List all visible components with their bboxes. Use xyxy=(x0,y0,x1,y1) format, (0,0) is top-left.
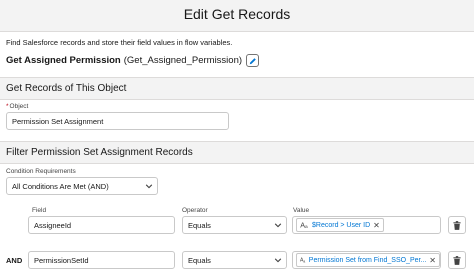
condition-connector-and: AND xyxy=(6,256,23,265)
condition-operator-value: Equals xyxy=(188,255,211,265)
object-input-value: Permission Set Assignment xyxy=(12,116,104,126)
element-api-name: (Get_Assigned_Permission) xyxy=(123,55,243,66)
svg-text:a: a xyxy=(303,259,305,263)
chevron-down-icon xyxy=(274,258,282,263)
condition-requirements-value: All Conditions Are Met (AND) xyxy=(12,181,109,191)
condition-value-input[interactable]: A a $Record > User ID ✕ xyxy=(292,216,441,234)
field-column-label: Field xyxy=(32,207,47,214)
operator-column-label: Operator xyxy=(182,207,208,214)
section-filter-title: Filter Permission Set Assignment Records xyxy=(6,147,193,158)
resource-pill-label: $Record > User ID xyxy=(312,221,371,229)
section-object-header: Get Records of This Object xyxy=(0,77,474,100)
object-input[interactable]: Permission Set Assignment xyxy=(6,112,229,130)
trash-icon xyxy=(453,220,461,230)
text-resource-icon: A a xyxy=(300,221,308,229)
condition-field-input[interactable]: AssigneeId xyxy=(28,216,175,234)
section-filter-header: Filter Permission Set Assignment Records xyxy=(0,141,474,164)
element-description: Find Salesforce records and store their … xyxy=(6,38,233,47)
text-resource-icon: A a xyxy=(300,258,305,264)
condition-field-value: AssigneeId xyxy=(34,220,72,230)
condition-field-value: PermissionSetId xyxy=(34,255,89,265)
condition-operator-value: Equals xyxy=(188,220,211,230)
modal-title: Edit Get Records xyxy=(183,6,291,22)
resource-pill[interactable]: A a Permission Set from Find_SSO_Per... … xyxy=(296,253,440,267)
chevron-down-icon xyxy=(274,223,282,228)
delete-condition-button[interactable] xyxy=(448,251,466,269)
pencil-icon xyxy=(249,57,256,64)
edit-element-button[interactable] xyxy=(246,54,260,67)
section-object-title: Get Records of This Object xyxy=(6,83,127,94)
value-column-label: Value xyxy=(293,207,310,214)
condition-operator-select[interactable]: Equals xyxy=(182,216,287,234)
object-label-text: Object xyxy=(9,103,29,110)
chevron-down-icon xyxy=(145,184,153,189)
close-icon[interactable]: ✕ xyxy=(373,221,380,230)
modal-header: Edit Get Records xyxy=(0,0,474,32)
close-icon[interactable]: ✕ xyxy=(429,256,436,265)
svg-text:a: a xyxy=(305,225,308,229)
condition-operator-select[interactable]: Equals xyxy=(182,251,287,269)
resource-pill-label: Permission Set from Find_SSO_Per... xyxy=(308,256,427,264)
delete-condition-button[interactable] xyxy=(448,216,466,234)
required-marker: * xyxy=(6,103,9,110)
condition-value-input[interactable]: A a Permission Set from Find_SSO_Per... … xyxy=(292,251,441,269)
resource-pill[interactable]: A a $Record > User ID ✕ xyxy=(296,218,384,232)
trash-icon xyxy=(453,255,461,265)
condition-field-input[interactable]: PermissionSetId xyxy=(28,251,175,269)
element-label: Get Assigned Permission xyxy=(6,55,121,66)
condition-requirements-select[interactable]: All Conditions Are Met (AND) xyxy=(6,177,158,195)
object-label: *Object xyxy=(6,103,28,110)
element-title: Get Assigned Permission (Get_Assigned_Pe… xyxy=(6,54,260,67)
condition-requirements-label: Condition Requirements xyxy=(6,168,76,175)
